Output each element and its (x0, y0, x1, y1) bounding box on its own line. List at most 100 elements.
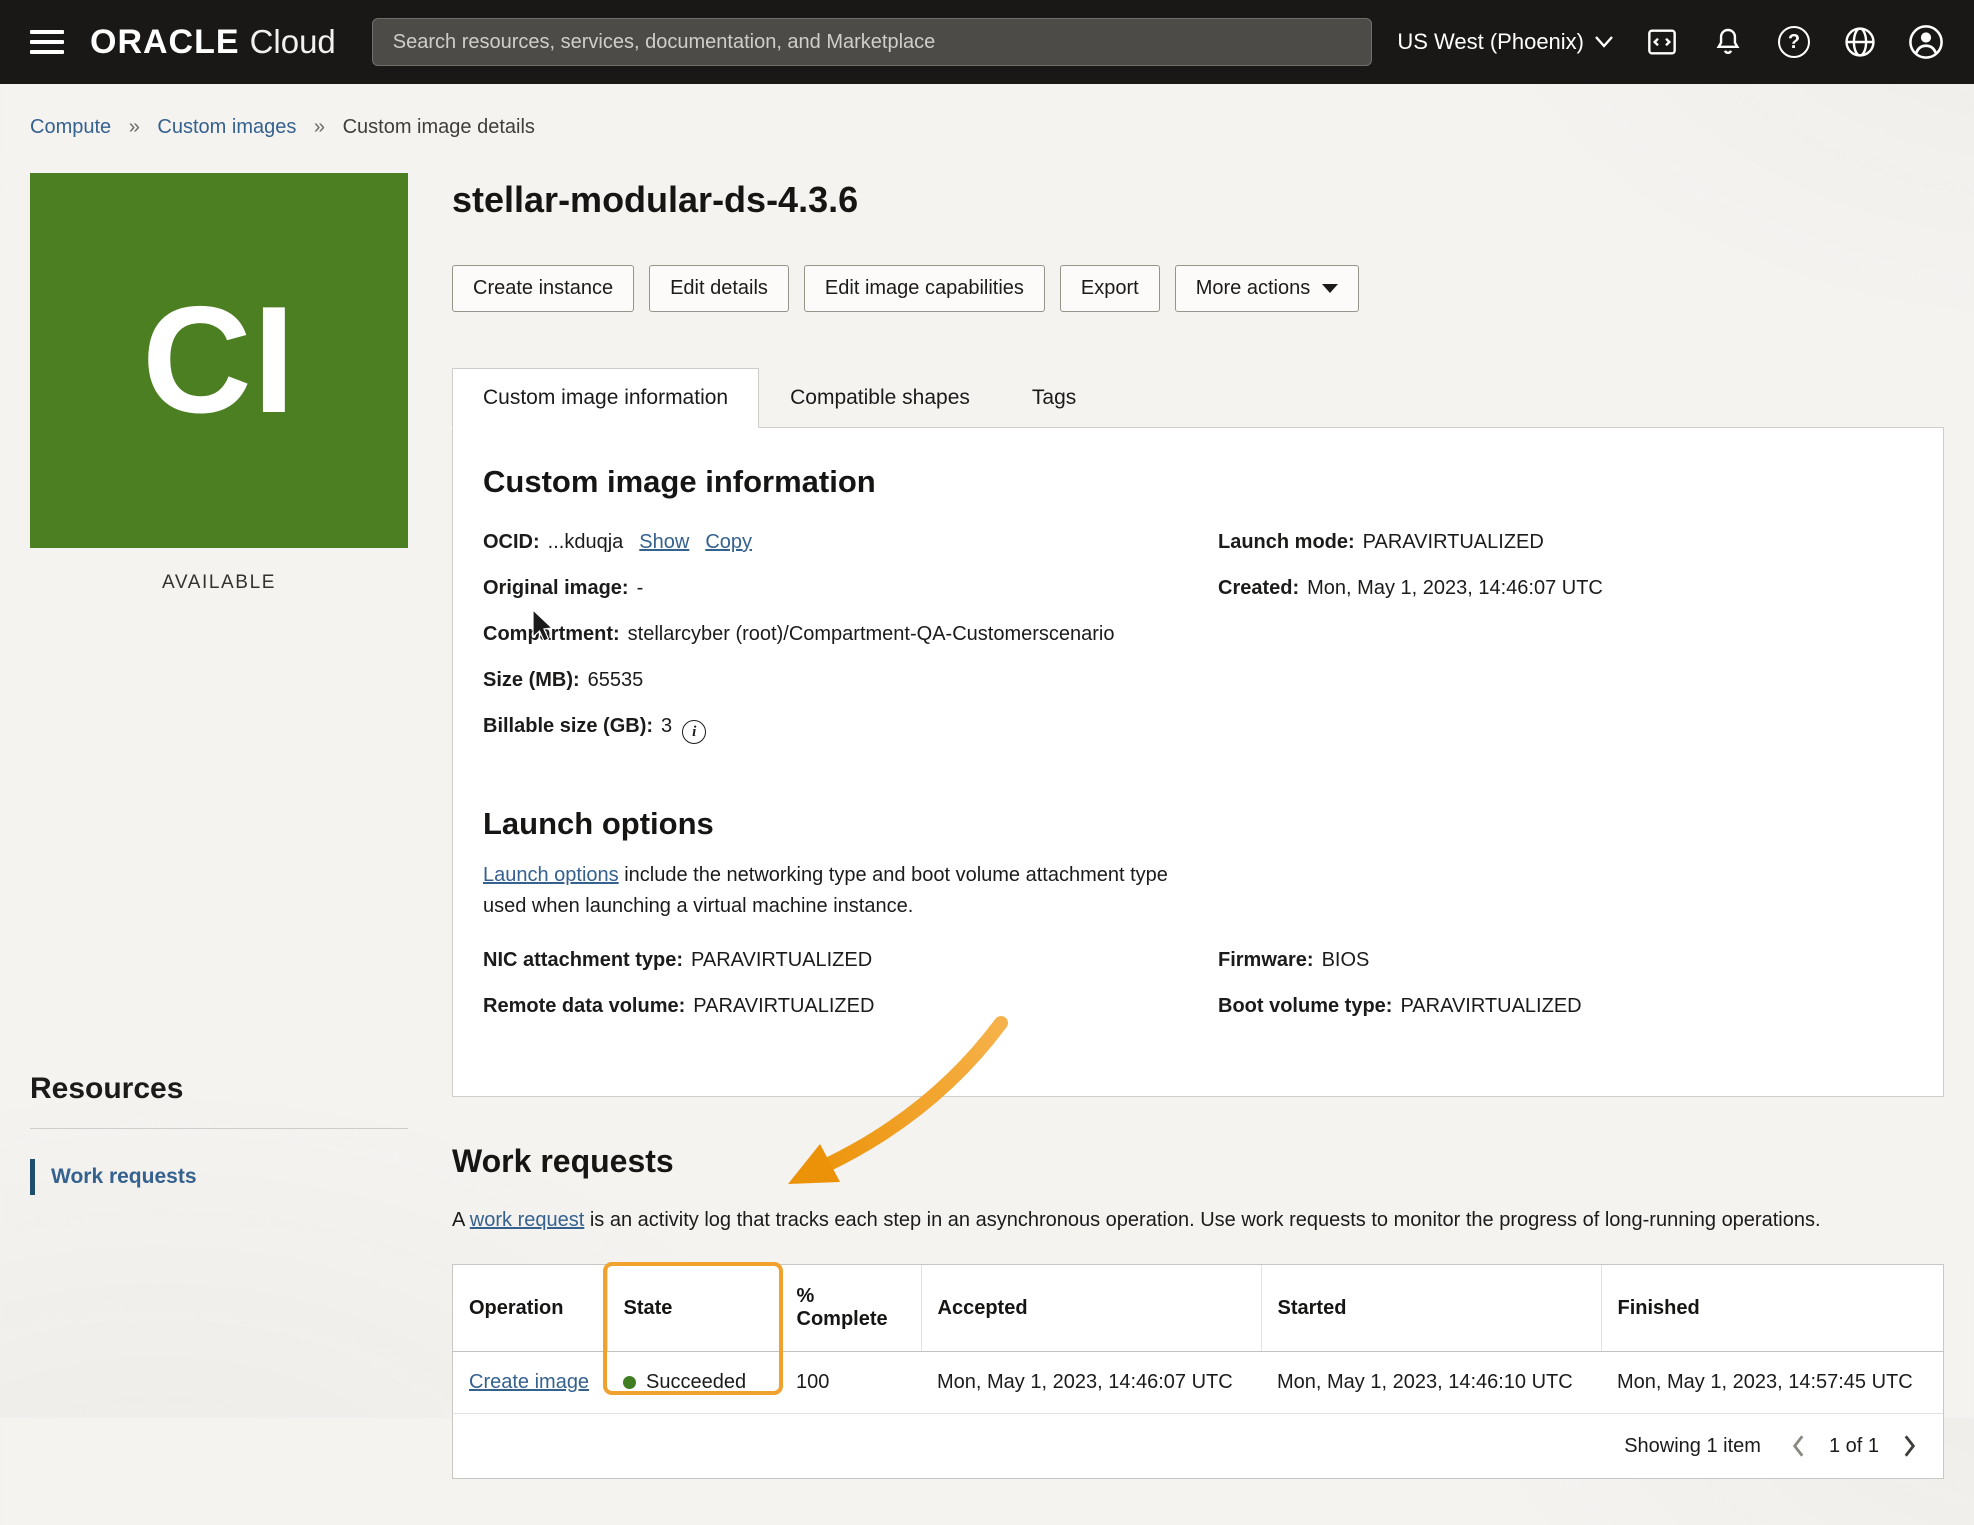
launch-mode-value: PARAVIRTUALIZED (1363, 531, 1544, 553)
wr-desc-text: is an activity log that tracks each step… (584, 1209, 1820, 1231)
breadcrumb-separator: » (314, 116, 325, 138)
export-button[interactable]: Export (1060, 265, 1160, 312)
region-label: US West (Phoenix) (1397, 29, 1584, 55)
nic-label: NIC attachment type: (483, 949, 683, 971)
language-globe-icon[interactable] (1842, 24, 1878, 60)
chevron-down-icon (1322, 284, 1338, 293)
ocid-label: OCID: (483, 531, 540, 553)
wr-desc-prefix: A (452, 1209, 470, 1231)
edit-details-button[interactable]: Edit details (649, 265, 789, 312)
ocid-show-link[interactable]: Show (639, 531, 689, 553)
created-value: Mon, May 1, 2023, 14:46:07 UTC (1307, 577, 1603, 599)
tab-custom-image-information[interactable]: Custom image information (452, 368, 759, 428)
finished-cell: Mon, May 1, 2023, 14:57:45 UTC (1601, 1352, 1943, 1414)
field-compartment: Compartment:stellarcyber (root)/Compartm… (483, 622, 1178, 646)
firmware-label: Firmware: (1218, 949, 1314, 971)
tab-tags[interactable]: Tags (1001, 368, 1107, 428)
column-header-accepted[interactable]: Accepted (921, 1265, 1261, 1352)
ocid-copy-link[interactable]: Copy (705, 531, 752, 553)
field-launch-mode: Launch mode: PARAVIRTUALIZED (1218, 530, 1913, 554)
status-badge: AVAILABLE (30, 572, 408, 594)
field-size: Size (MB):65535 (483, 668, 1178, 692)
field-remote-data-volume: Remote data volume:PARAVIRTUALIZED (483, 994, 1178, 1018)
size-label: Size (MB): (483, 669, 580, 691)
work-requests-heading: Work requests (452, 1143, 1944, 1180)
tab-bar: Custom image information Compatible shap… (452, 368, 1944, 428)
content-area: CI AVAILABLE Resources Work requests ste… (0, 173, 1974, 1525)
boot-volume-type-value: PARAVIRTUALIZED (1400, 995, 1581, 1017)
resources-panel: Resources Work requests (30, 1072, 408, 1195)
work-requests-description: A work request is an activity log that t… (452, 1206, 1944, 1234)
column-header-started[interactable]: Started (1261, 1265, 1601, 1352)
info-icon[interactable]: i (682, 720, 706, 744)
breadcrumb-current: Custom image details (343, 116, 535, 138)
previous-page-icon[interactable] (1789, 1433, 1809, 1459)
resources-heading: Resources (30, 1072, 408, 1129)
breadcrumb-custom-images[interactable]: Custom images (157, 116, 296, 138)
custom-image-thumbnail: CI (30, 173, 408, 548)
complete-cell: 100 (780, 1352, 921, 1414)
remote-data-volume-label: Remote data volume: (483, 995, 685, 1017)
brand-cloud-text: Cloud (250, 23, 336, 61)
original-image-value: - (637, 577, 644, 599)
table-footer: Showing 1 item 1 of 1 (453, 1414, 1943, 1478)
table-header-row: Operation State % Complete Accepted Star… (453, 1265, 1943, 1352)
help-icon[interactable]: ? (1776, 24, 1812, 60)
user-avatar-icon[interactable] (1908, 24, 1944, 60)
page-title: stellar-modular-ds-4.3.6 (452, 179, 1944, 221)
sidebar-item-work-requests[interactable]: Work requests (30, 1159, 408, 1195)
create-image-link[interactable]: Create image (469, 1371, 589, 1393)
accepted-cell: Mon, May 1, 2023, 14:46:07 UTC (921, 1352, 1261, 1414)
tab-compatible-shapes[interactable]: Compatible shapes (759, 368, 1001, 428)
compartment-label: Compartment: (483, 623, 620, 645)
hamburger-menu-icon[interactable] (30, 25, 68, 59)
region-selector[interactable]: US West (Phoenix) (1397, 29, 1614, 55)
firmware-value: BIOS (1322, 949, 1370, 971)
edit-image-capabilities-button[interactable]: Edit image capabilities (804, 265, 1045, 312)
created-label: Created: (1218, 577, 1299, 599)
launch-options-fields: NIC attachment type: PARAVIRTUALIZED Remo… (483, 948, 1913, 1040)
billable-size-label: Billable size (GB): (483, 715, 653, 737)
create-instance-button[interactable]: Create instance (452, 265, 634, 312)
column-header-complete[interactable]: % Complete (780, 1265, 921, 1352)
billable-size-value: 3 (661, 715, 672, 737)
more-actions-button[interactable]: More actions (1175, 265, 1360, 312)
launch-mode-label: Launch mode: (1218, 531, 1355, 553)
notifications-bell-icon[interactable] (1710, 24, 1746, 60)
search-input[interactable] (372, 18, 1372, 66)
field-boot-volume-type: Boot volume type:PARAVIRTUALIZED (1218, 994, 1913, 1018)
column-header-finished[interactable]: Finished (1601, 1265, 1943, 1352)
nic-value: PARAVIRTUALIZED (691, 949, 872, 971)
state-cell: Succeeded (607, 1352, 780, 1414)
work-requests-table: Operation State % Complete Accepted Star… (452, 1264, 1944, 1479)
breadcrumb-separator: » (129, 116, 140, 138)
left-column: CI AVAILABLE Resources Work requests (30, 173, 408, 1195)
brand-oracle-text: ORACLE (90, 23, 240, 62)
showing-count: Showing 1 item (1624, 1435, 1761, 1458)
field-firmware: Firmware: BIOS (1218, 948, 1913, 972)
launch-options-description: Launch options include the networking ty… (483, 860, 1197, 922)
breadcrumb-compute[interactable]: Compute (30, 116, 111, 138)
chevron-down-icon (1594, 35, 1614, 49)
page-root: ORACLE Cloud US West (Phoenix) (0, 0, 1974, 1525)
work-request-link[interactable]: work request (470, 1209, 585, 1231)
field-nic-attachment-type: NIC attachment type: PARAVIRTUALIZED (483, 948, 1178, 972)
column-header-state[interactable]: State (607, 1265, 780, 1352)
main-column: stellar-modular-ds-4.3.6 Create instance… (452, 173, 1944, 1525)
developer-console-icon[interactable] (1644, 24, 1680, 60)
oracle-cloud-logo[interactable]: ORACLE Cloud (90, 23, 336, 62)
next-page-icon[interactable] (1899, 1433, 1919, 1459)
action-buttons: Create instance Edit details Edit image … (452, 265, 1944, 312)
info-section-heading: Custom image information (483, 464, 1913, 500)
pagination: 1 of 1 (1789, 1433, 1919, 1459)
launch-options-heading: Launch options (483, 806, 1913, 842)
column-header-operation[interactable]: Operation (453, 1265, 607, 1352)
topbar-actions: US West (Phoenix) ? (1397, 24, 1944, 60)
success-dot-icon (623, 1376, 636, 1389)
info-fields: OCID:...kduqjaShowCopy Original image:- … (483, 530, 1913, 766)
table-row: Create image Succeeded 100 Mon, May 1, 2… (453, 1352, 1943, 1414)
field-original-image: Original image:- (483, 576, 1178, 600)
ocid-value: ...kduqja (548, 531, 624, 553)
launch-options-link[interactable]: Launch options (483, 864, 619, 886)
field-ocid: OCID: ...kduqja Show Copy (483, 530, 1178, 554)
